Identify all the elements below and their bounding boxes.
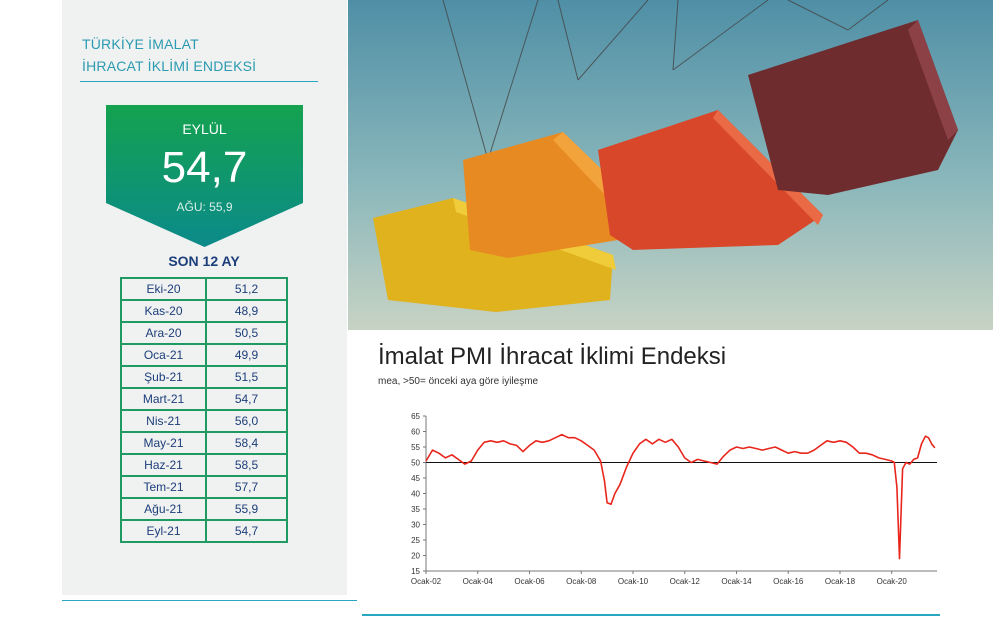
series-line <box>425 433 936 560</box>
history-month: Mart-21 <box>120 387 207 411</box>
y-tick-label: 20 <box>411 552 420 561</box>
history-value: 56,0 <box>205 409 288 433</box>
history-value: 57,7 <box>205 475 288 499</box>
history-value: 58,5 <box>205 453 288 477</box>
history-row: Kas-20 48,9 <box>120 299 288 323</box>
current-value-badge: EYLÜL 54,7 AĞU: 55,9 <box>106 105 303 247</box>
history-value: 50,5 <box>205 321 288 345</box>
y-tick-label: 45 <box>411 474 420 483</box>
history-value: 51,5 <box>205 365 288 389</box>
sidebar-title-line2: İHRACAT İKLİMİ ENDEKSİ <box>82 58 257 74</box>
history-row: Ara-20 50,5 <box>120 321 288 345</box>
history-month: Ara-20 <box>120 321 207 345</box>
history-table: Eki-20 51,2 Kas-20 48,9 Ara-20 50,5 Oca-21 49,9… <box>120 277 288 543</box>
history-month: Tem-21 <box>120 475 207 499</box>
history-month: Ağu-21 <box>120 497 207 521</box>
badge-month: EYLÜL <box>182 121 227 137</box>
history-value: 58,4 <box>205 431 288 455</box>
history-value: 54,7 <box>205 387 288 411</box>
x-tick-label: Ocak-08 <box>566 577 597 586</box>
chart-title: İmalat PMI İhracat İklimi Endeksi <box>378 343 727 370</box>
sidebar-bottom-divider <box>62 600 357 601</box>
containers-photo <box>348 0 993 330</box>
sidebar-title: TÜRKİYE İMALAT İHRACAT İKLİMİ ENDEKSİ <box>82 33 256 77</box>
history-month: Eki-20 <box>120 277 207 301</box>
x-tick-label: Ocak-10 <box>618 577 649 586</box>
x-tick-label: Ocak-06 <box>514 577 545 586</box>
history-value: 48,9 <box>205 299 288 323</box>
history-month: Nis-21 <box>120 409 207 433</box>
history-value: 51,2 <box>205 277 288 301</box>
y-tick-label: 65 <box>411 412 420 421</box>
y-tick-label: 60 <box>411 428 420 437</box>
pmi-line-chart: 15 20 25 30 35 40 45 50 55 60 65 Ocak-02 Ocak-04 Ocak… <box>411 412 937 586</box>
history-value: 55,9 <box>205 497 288 521</box>
badge-previous: AĞU: 55,9 <box>176 200 233 214</box>
history-value: 54,7 <box>205 519 288 543</box>
history-month: Oca-21 <box>120 343 207 367</box>
history-row: Tem-21 57,7 <box>120 475 288 499</box>
x-tick-label: Ocak-04 <box>463 577 494 586</box>
history-value: 49,9 <box>205 343 288 367</box>
sidebar-divider <box>80 81 318 82</box>
y-tick-label: 30 <box>411 521 420 530</box>
y-tick-label: 40 <box>411 490 420 499</box>
history-row: Mart-21 54,7 <box>120 387 288 411</box>
x-tick-label: Ocak-02 <box>411 577 442 586</box>
badge-value: 54,7 <box>161 143 248 192</box>
bottom-divider <box>362 614 940 616</box>
chart-subtitle: mea, >50= önceki aya göre iyileşme <box>378 376 539 387</box>
containers-illustration <box>348 0 993 330</box>
sidebar-panel: TÜRKİYE İMALAT İHRACAT İKLİMİ ENDEKSİ EY… <box>62 0 347 595</box>
y-tick-label: 55 <box>411 443 420 452</box>
history-row: Nis-21 56,0 <box>120 409 288 433</box>
history-row: Şub-21 51,5 <box>120 365 288 389</box>
y-tick-label: 25 <box>411 536 420 545</box>
history-month: May-21 <box>120 431 207 455</box>
history-month: Kas-20 <box>120 299 207 323</box>
history-row: Ağu-21 55,9 <box>120 497 288 521</box>
x-tick-label: Ocak-16 <box>773 577 804 586</box>
history-month: Haz-21 <box>120 453 207 477</box>
history-month: Şub-21 <box>120 365 207 389</box>
history-row: Oca-21 49,9 <box>120 343 288 367</box>
x-tick-label: Ocak-18 <box>825 577 856 586</box>
history-row: Haz-21 58,5 <box>120 453 288 477</box>
y-tick-label: 35 <box>411 505 420 514</box>
x-tick-label: Ocak-12 <box>670 577 701 586</box>
x-tick-label: Ocak-20 <box>877 577 908 586</box>
history-row: May-21 58,4 <box>120 431 288 455</box>
history-month: Eyl-21 <box>120 519 207 543</box>
history-row: Eki-20 51,2 <box>120 277 288 301</box>
history-row: Eyl-21 54,7 <box>120 519 288 543</box>
x-tick-label: Ocak-14 <box>721 577 752 586</box>
y-tick-label: 15 <box>411 567 420 576</box>
sidebar-title-line1: TÜRKİYE İMALAT <box>82 36 199 52</box>
y-tick-label: 50 <box>411 459 420 468</box>
last-12-months-label: SON 12 AY <box>168 253 240 269</box>
